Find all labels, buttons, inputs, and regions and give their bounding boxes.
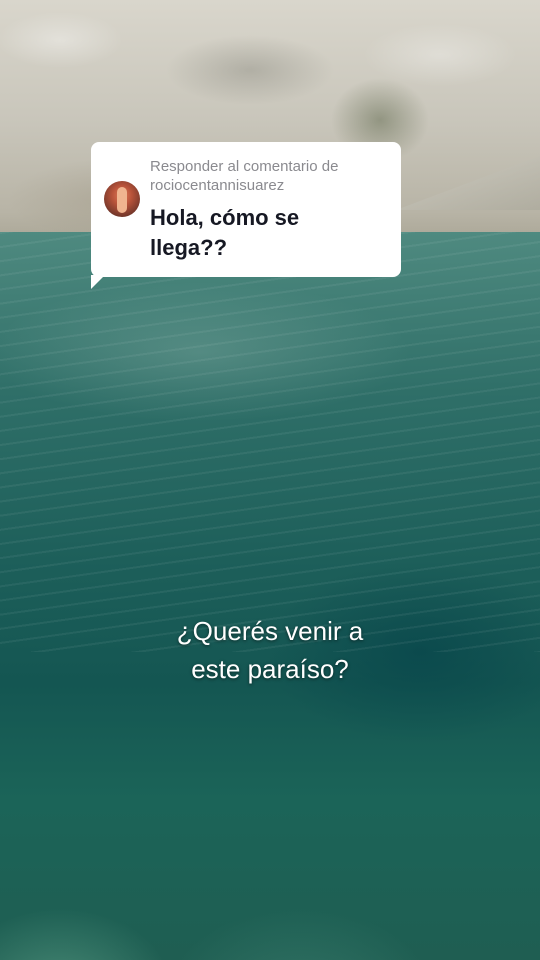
bubble-tail [91,275,105,289]
caption-line-2: este paraíso? [191,654,349,684]
reply-prefix-label: Responder al comentario de [150,158,339,175]
video-caption: ¿Querés venir a este paraíso? [0,612,540,688]
water-ripples [0,232,540,652]
avatar-figure [117,187,127,213]
comment-text: Hola, cómo se llega?? [150,205,300,260]
video-frame: Responder al comentario de rociocentanni… [0,0,540,960]
commenter-username[interactable]: rociocentannisuarez [150,176,385,195]
reply-comment-sticker[interactable]: Responder al comentario de rociocentanni… [91,142,401,289]
commenter-avatar[interactable] [104,181,140,217]
caption-line-1: ¿Querés venir a [176,616,364,646]
